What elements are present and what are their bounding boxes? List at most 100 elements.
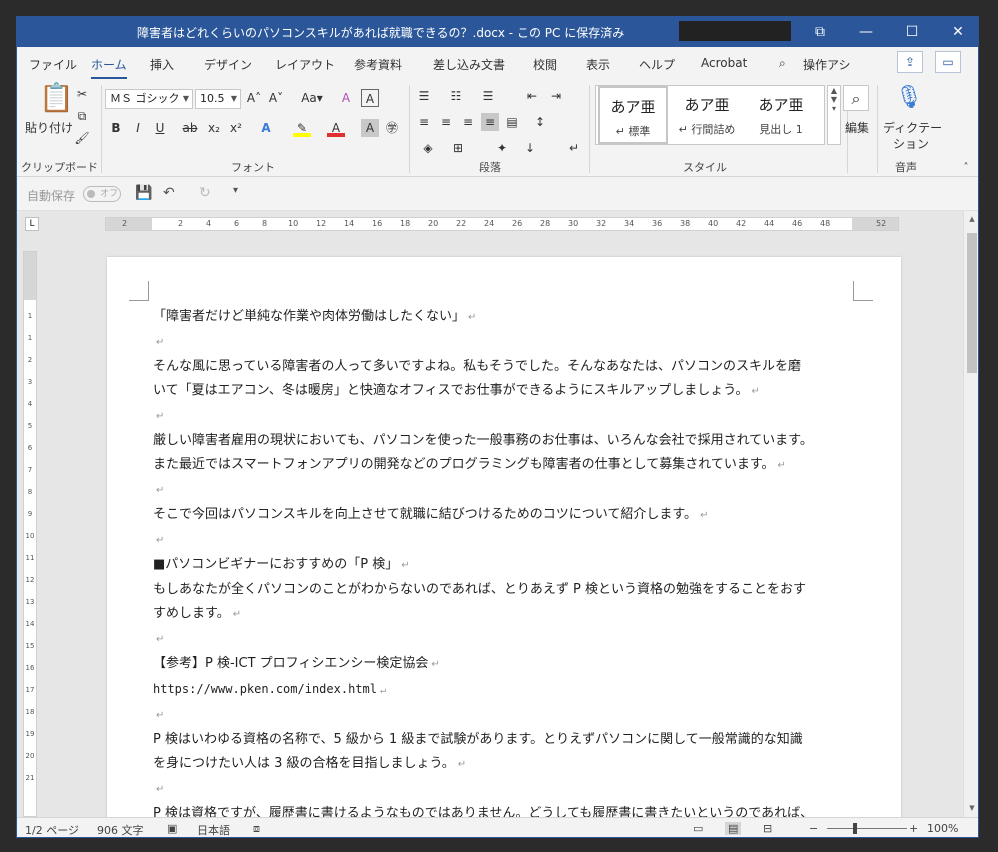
tab-acrobat[interactable]: Acrobat [701,56,747,70]
minimize-button[interactable]: — [843,17,889,47]
superscript-icon[interactable]: x² [227,119,245,137]
document-body[interactable]: 「障害者だけど単純な作業や肉体労働はしたくない」 ↵ ↵ そんな風に思っている障害… [153,305,859,817]
scroll-down-icon[interactable]: ▼ [964,800,978,816]
horizontal-ruler[interactable]: 2 2 4 6 8 10 12 14 16 18 20 22 24 26 28 … [105,217,899,231]
font-name-select[interactable]: ＭＳ ゴシック ▼ [105,89,193,109]
zoom-out-icon[interactable]: − [809,822,818,835]
tab-tell-me[interactable]: 操作アシ [803,56,851,73]
clear-formatting-icon[interactable]: A [337,89,355,107]
copy-icon[interactable]: ⧉ [73,107,91,125]
microphone-icon[interactable]: 🎙 [895,83,923,113]
style-heading-1[interactable]: あア亜 見出し 1 [746,86,816,144]
dictate-button-line1[interactable]: ディクテー [883,119,942,136]
shading-icon[interactable]: ◈ [419,139,437,157]
tab-references[interactable]: 参考資料 [354,56,402,73]
autosave-toggle[interactable]: オフ [83,186,121,202]
multilevel-list-icon[interactable]: ☰ [479,87,497,105]
accessibility-icon[interactable]: ⧈ [253,822,260,836]
align-right-icon[interactable]: ≡ [459,113,477,131]
clipboard-paste-icon[interactable]: 📋 [39,81,74,114]
sort-icon[interactable]: ↓ [521,139,539,157]
numbering-icon[interactable]: ☷ [447,87,465,105]
undo-icon[interactable]: ↶ [163,185,175,201]
tab-mailings[interactable]: 差し込み文書 [433,56,505,73]
subscript-icon[interactable]: x₂ [205,119,223,137]
style-no-spacing[interactable]: あア亜 ↵ 行間詰め [672,86,742,144]
borders-icon[interactable]: ⊞ [449,139,467,157]
customize-qat-icon[interactable]: ▾ [233,185,238,196]
align-left-icon[interactable]: ≡ [415,113,433,131]
share-icon[interactable]: ⇪ [897,51,923,73]
font-color-icon[interactable]: A [327,119,345,137]
highlight-icon[interactable]: ✎ [293,119,311,137]
distributed-icon[interactable]: ▤ [503,113,521,131]
editing-button[interactable]: 編集 [845,119,869,136]
account-area[interactable] [679,21,791,41]
justify-icon[interactable]: ≡ [481,113,499,131]
tab-help[interactable]: ヘルプ [639,56,675,73]
document-page[interactable]: 「障害者だけど単純な作業や肉体労働はしたくない」 ↵ ↵ そんな風に思っている障害… [107,257,901,817]
font-size-select[interactable]: 10.5 ▼ [195,89,241,109]
maximize-button[interactable]: ☐ [889,17,935,47]
find-icon[interactable]: ⌕ [843,85,869,111]
tab-design[interactable]: デザイン [204,56,252,73]
language-indicator[interactable]: 日本語 [197,822,230,837]
shrink-font-icon[interactable]: A˅ [267,89,285,107]
align-center-icon[interactable]: ≡ [437,113,455,131]
character-shading-icon[interactable]: A [361,119,379,137]
collapse-ribbon-icon[interactable]: ˄ [957,159,975,177]
zoom-in-icon[interactable]: + [909,822,918,835]
paste-button[interactable]: 貼り付け [25,119,73,136]
vertical-scrollbar[interactable]: ▲ ▼ [963,211,978,817]
word-count[interactable]: 906 文字 [97,822,144,837]
text-effects-icon[interactable]: A [257,119,275,137]
ribbon-display-options-icon[interactable]: ⧉ [797,17,843,47]
show-marks-icon[interactable]: ↵ [565,139,583,157]
tab-review[interactable]: 校閲 [533,56,557,73]
save-icon[interactable]: 💾 [135,185,152,201]
page-count[interactable]: 1/2 ページ [25,822,79,837]
zoom-slider[interactable] [827,828,907,829]
styles-scroll[interactable]: ▲ ▼ ▾ [827,85,841,145]
zoom-slider-knob[interactable] [853,823,857,834]
style-normal[interactable]: あア亜 ↵ 標準 [598,86,668,144]
format-painter-icon[interactable]: 🖌 [73,129,91,147]
font-group-label: フォント [231,161,275,174]
paragraph: いて「夏はエアコン、冬は暖房」と快適なオフィスでお仕事ができるようにスキルアップ… [153,383,760,398]
enclose-characters-icon[interactable]: ㊫ [383,119,401,137]
underline-icon[interactable]: U [151,119,169,137]
bullets-icon[interactable]: ☰ [415,87,433,105]
vertical-ruler[interactable]: 112 345 678 9 10 11 12 13 14 15 16 17 18 19 20 2… [23,251,37,817]
status-bar: 1/2 ページ 906 文字 ▣ 日本語 ⧈ ▭ ▤ ⊟ − + 100% [17,817,978,837]
scroll-thumb[interactable] [967,233,977,373]
change-case-icon[interactable]: Aa▾ [297,89,327,107]
close-button[interactable]: ✕ [935,17,978,47]
tab-layout[interactable]: レイアウト [275,56,335,73]
increase-indent-icon[interactable]: ⇥ [547,87,565,105]
tab-file[interactable]: ファイル [29,56,77,73]
strikethrough-icon[interactable]: ab [181,119,199,137]
character-border-icon[interactable]: A [361,89,379,107]
redo-icon[interactable]: ↻ [199,185,211,201]
line-spacing-icon[interactable]: ↕ [531,113,549,131]
bold-icon[interactable]: B [107,119,125,137]
tab-view[interactable]: 表示 [586,56,610,73]
grow-font-icon[interactable]: A˄ [245,89,263,107]
tab-insert[interactable]: 挿入 [150,56,174,73]
cut-icon[interactable]: ✂ [73,85,91,103]
dictate-button-line2[interactable]: ション [893,135,929,152]
tab-selector[interactable]: L [25,217,39,231]
zoom-level[interactable]: 100% [927,822,958,835]
focus-mode-icon[interactable]: ▭ [693,822,703,835]
document-area: L 2 2 4 6 8 10 12 14 16 18 20 22 24 26 2… [17,211,963,817]
asian-layout-icon[interactable]: ✦ [493,139,511,157]
tab-home[interactable]: ホーム [91,56,127,79]
italic-icon[interactable]: I [129,119,147,137]
scroll-up-icon[interactable]: ▲ [964,211,978,227]
print-layout-icon[interactable]: ▤ [725,822,742,835]
search-icon[interactable]: ⌕ [779,56,786,71]
proofing-icon[interactable]: ▣ [167,822,177,835]
decrease-indent-icon[interactable]: ⇤ [523,87,541,105]
comments-icon[interactable]: ▭ [935,51,961,73]
web-layout-icon[interactable]: ⊟ [763,822,772,835]
